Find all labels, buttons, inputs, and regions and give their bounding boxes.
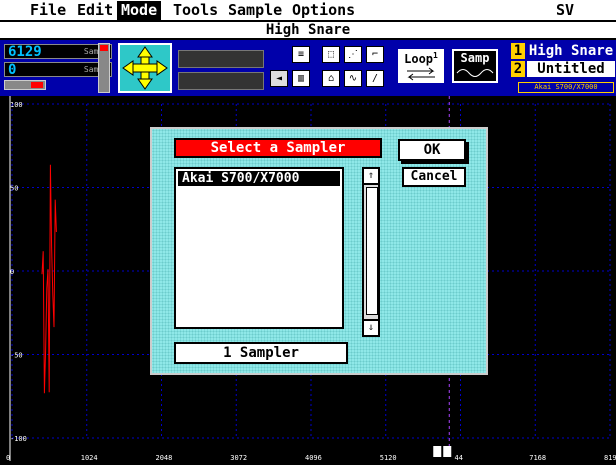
loop-number: 1 xyxy=(433,51,438,60)
zoom-slider[interactable] xyxy=(4,80,46,90)
x-tick-label: 4096 xyxy=(305,454,322,461)
menu-bar: File Edit Mode Tools Sample Options SV xyxy=(0,0,616,22)
x-tick-label: 1024 xyxy=(81,454,98,461)
window-title: High Snare xyxy=(0,22,616,40)
slot-2[interactable]: 2 Untitled xyxy=(511,61,616,77)
x-tick-label: 5120 xyxy=(380,454,397,461)
zoom-slider-thumb[interactable] xyxy=(31,82,43,88)
menu-mode[interactable]: Mode xyxy=(117,1,162,20)
samp-button[interactable]: Samp xyxy=(452,49,498,83)
stack-icon[interactable]: ≡ xyxy=(292,46,310,63)
list-scrollbar[interactable]: ⇑ ⇓ xyxy=(362,167,380,337)
home-icon[interactable]: ⌂ xyxy=(322,70,340,87)
ramp-icon[interactable]: ⌐ xyxy=(366,46,384,63)
menu-options[interactable]: Options xyxy=(288,1,359,20)
slot-2-name: Untitled xyxy=(527,61,615,77)
four-arrows-icon xyxy=(122,46,168,90)
speaker-icon[interactable]: ◄ xyxy=(270,70,288,87)
level-slider-thumb[interactable] xyxy=(100,45,108,51)
scroll-thumb[interactable] xyxy=(366,187,378,315)
display-panel-bottom xyxy=(178,72,264,90)
select-sampler-dialog: Select a Sampler OK Cancel Akai S700/X70… xyxy=(150,127,488,375)
wave-icon[interactable]: / xyxy=(366,70,384,87)
x-tick-label: 7168 xyxy=(529,454,546,461)
sine-wave-icon xyxy=(456,69,494,77)
menu-edit[interactable]: Edit xyxy=(73,1,117,20)
navigation-pad[interactable] xyxy=(118,43,172,93)
slot-1[interactable]: 1 High Snare xyxy=(511,43,616,59)
level-slider[interactable] xyxy=(98,43,110,93)
sampler-list[interactable]: Akai S700/X7000 xyxy=(174,167,344,329)
slot-2-index: 2 xyxy=(511,61,525,77)
slot-1-name: High Snare xyxy=(528,43,614,59)
slot-1-index: 1 xyxy=(511,43,525,59)
dialog-title: Select a Sampler xyxy=(174,138,382,158)
x-tick-label: 44 xyxy=(455,454,463,461)
display-panel-top xyxy=(178,50,264,68)
sample-counter-top: 6129 Samps xyxy=(4,44,112,60)
menu-file[interactable]: File xyxy=(26,1,70,20)
scroll-down-icon[interactable]: ⇓ xyxy=(364,319,378,335)
ok-button[interactable]: OK xyxy=(398,139,466,161)
cancel-button[interactable]: Cancel xyxy=(402,167,466,187)
sampler-count: 1 Sampler xyxy=(174,342,348,364)
list-item[interactable]: Akai S700/X7000 xyxy=(178,171,340,186)
menu-sample[interactable]: Sample xyxy=(224,1,286,20)
waveform-trace xyxy=(41,164,57,394)
scroll-up-icon[interactable]: ⇑ xyxy=(364,169,378,185)
start-marker-flag xyxy=(433,446,442,457)
keyboard-icon[interactable]: ▥ xyxy=(292,70,310,87)
counter-bottom-value: 0 xyxy=(8,62,17,78)
menu-tools[interactable]: Tools xyxy=(169,1,222,20)
counter-top-value: 6129 xyxy=(8,44,42,60)
samp-label: Samp xyxy=(460,51,490,65)
loop-label: Loop xyxy=(404,52,434,66)
sample-counter-bottom: 0 Samps xyxy=(4,62,112,78)
end-marker-flag xyxy=(443,446,452,457)
draw-icon[interactable]: ⋰ xyxy=(344,46,362,63)
x-tick-label: 8192 xyxy=(604,454,616,461)
toolbar: 6129 Samps 0 Samps ≡ ◄ ▥ ⬚ ⋰ ⌐ ⌂ ∿ / Loo… xyxy=(0,40,616,96)
loop-arrows-icon xyxy=(407,67,435,81)
x-tick-label: 3072 xyxy=(230,454,247,461)
y-tick-label: -100 xyxy=(10,435,27,443)
sampler-tag: Akai S700/X7000 xyxy=(518,82,614,93)
y-tick-label: 50 xyxy=(10,185,18,193)
select-icon[interactable]: ⬚ xyxy=(322,46,340,63)
menu-sv[interactable]: SV xyxy=(552,1,578,20)
loop-button[interactable]: Loop1 xyxy=(398,49,444,83)
curve-icon[interactable]: ∿ xyxy=(344,70,362,87)
x-tick-label: 2048 xyxy=(156,454,173,461)
x-tick-label: 0 xyxy=(6,454,10,461)
